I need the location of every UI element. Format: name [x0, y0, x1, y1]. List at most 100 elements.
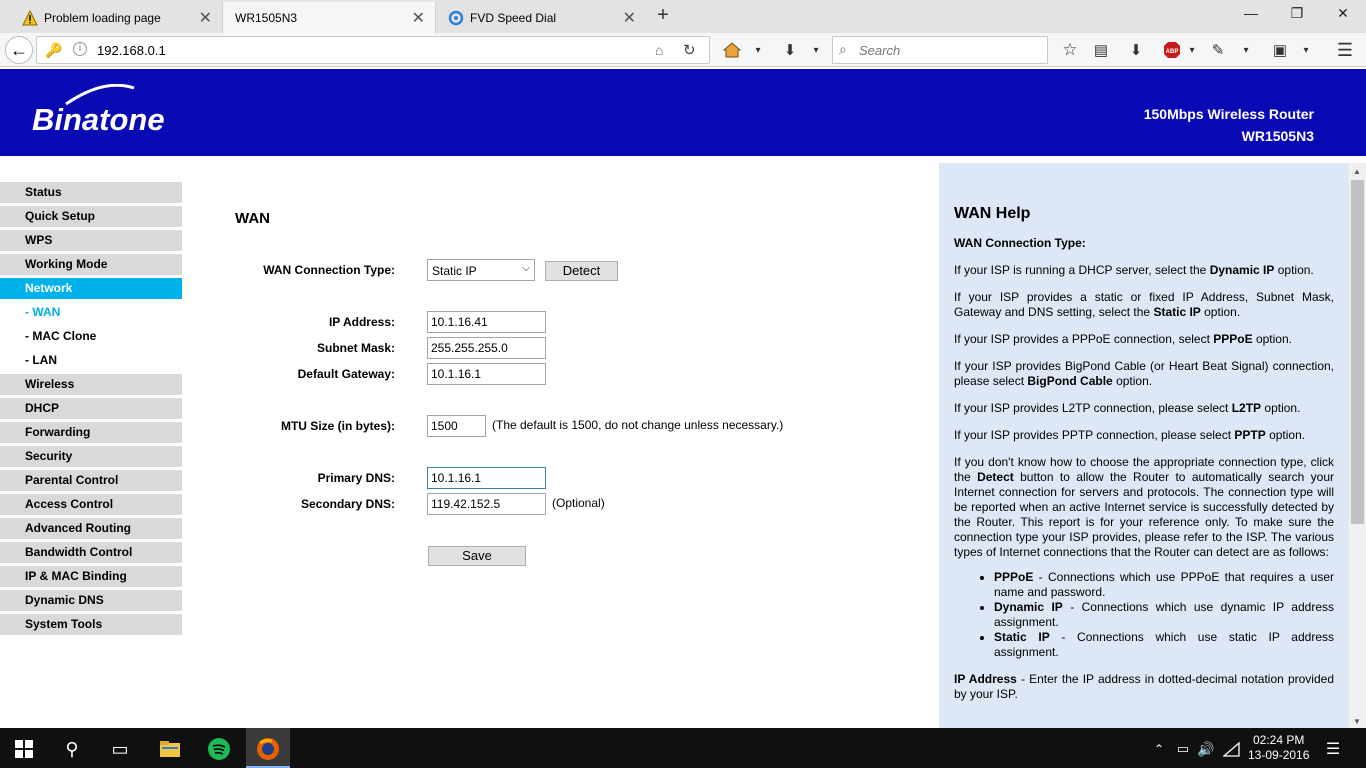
volume-icon[interactable]: 🔊: [1193, 736, 1219, 762]
tab-title: FVD Speed Dial: [470, 10, 557, 25]
chevron-up-icon[interactable]: ⌃: [1146, 736, 1172, 762]
primary-dns-input[interactable]: [427, 467, 546, 489]
new-tab-button[interactable]: +: [652, 4, 674, 27]
optional-note: (Optional): [552, 496, 605, 510]
sidebar-item-forwarding[interactable]: Forwarding: [0, 422, 182, 443]
detect-button[interactable]: Detect: [545, 261, 618, 281]
hamburger-menu-icon[interactable]: ☰: [1333, 39, 1357, 61]
download-icon[interactable]: ⬇: [778, 39, 802, 61]
tab-fvd-speed-dial[interactable]: FVD Speed Dial ✕: [436, 2, 646, 33]
tools-icon[interactable]: ✎: [1206, 39, 1230, 61]
tab-problem-loading[interactable]: Problem loading page ✕: [0, 2, 222, 33]
sidebar-item-working-mode[interactable]: Working Mode: [0, 254, 182, 275]
list-item: PPPoE - Connections which use PPPoE that…: [994, 570, 1334, 600]
sidebar-item-mac-clone[interactable]: - MAC Clone: [0, 326, 182, 347]
windows-taskbar: ⚲ ▭ ⌃ ▭ 🔊 02:24 PM 13-09-2016 ☰: [0, 728, 1366, 768]
chevron-down-icon[interactable]: ▾: [804, 39, 828, 61]
close-window-button[interactable]: ✕: [1328, 5, 1358, 22]
url-bar[interactable]: 🔑 i 192.168.0.1 ⌂ ↻: [36, 36, 710, 64]
mask-label: Subnet Mask:: [316, 341, 395, 355]
close-tab-icon[interactable]: ✕: [623, 8, 636, 28]
chevron-down-icon[interactable]: ▾: [746, 39, 770, 61]
sidebar-item-status[interactable]: Status: [0, 182, 182, 203]
clock[interactable]: 02:24 PM 13-09-2016: [1248, 733, 1309, 763]
gateway-input[interactable]: [427, 363, 546, 385]
search-bar[interactable]: ⌕ Search: [832, 36, 1048, 64]
reading-list-icon[interactable]: ▤: [1089, 39, 1113, 61]
ip-label: IP Address:: [328, 315, 395, 329]
search-icon: ⌕: [839, 41, 847, 57]
sidebar-item-quick-setup[interactable]: Quick Setup: [0, 206, 182, 227]
search-placeholder: Search: [859, 43, 901, 58]
sidebar-item-wireless[interactable]: Wireless: [0, 374, 182, 395]
svg-text:ABP: ABP: [1166, 49, 1179, 55]
task-view-icon[interactable]: ▭: [107, 736, 133, 762]
back-button[interactable]: ←: [5, 36, 33, 64]
help-paragraph: If your ISP provides a static or fixed I…: [954, 290, 1334, 319]
file-explorer-icon[interactable]: [157, 736, 183, 762]
bookmark-star-icon[interactable]: ☆: [1058, 39, 1082, 61]
spotify-icon[interactable]: [206, 736, 232, 762]
sidebar-item-bandwidth-control[interactable]: Bandwidth Control: [0, 542, 182, 563]
help-paragraph: If your ISP provides a PPPoE connection,…: [954, 332, 1292, 346]
downloads-icon[interactable]: ⬇: [1124, 39, 1148, 61]
browser-tab-bar: Problem loading page ✕ WR1505N3 ✕ FVD Sp…: [0, 0, 1366, 33]
conn-type-select[interactable]: Static IP ⌵: [427, 259, 535, 281]
brand-logo: Binatone: [32, 102, 165, 137]
key-icon[interactable]: 🔑: [45, 42, 62, 59]
wan-settings-panel: WAN WAN Connection Type: Static IP ⌵ Det…: [182, 156, 939, 728]
tab-title: WR1505N3: [235, 10, 298, 25]
reload-icon[interactable]: ↻: [683, 41, 696, 59]
ip-address-input[interactable]: [427, 311, 546, 333]
sidebar-item-wan[interactable]: - WAN: [0, 302, 182, 323]
subnet-mask-input[interactable]: [427, 337, 546, 359]
sidebar-item-advanced-routing[interactable]: Advanced Routing: [0, 518, 182, 539]
wifi-icon[interactable]: [1219, 736, 1245, 762]
firefox-icon: [255, 736, 281, 762]
close-tab-icon[interactable]: ✕: [412, 8, 425, 28]
help-title: WAN Help: [954, 205, 1031, 222]
sidebar-item-ip-mac-binding[interactable]: IP & MAC Binding: [0, 566, 182, 587]
chevron-down-icon[interactable]: ▾: [1294, 39, 1318, 61]
sidebar-item-dhcp[interactable]: DHCP: [0, 398, 182, 419]
sidebar-item-parental-control[interactable]: Parental Control: [0, 470, 182, 491]
sidebar-item-lan[interactable]: - LAN: [0, 350, 182, 371]
minimize-button[interactable]: —: [1236, 5, 1266, 21]
help-body: WAN Connection Type: If your ISP is runn…: [954, 236, 1334, 714]
scroll-up-icon[interactable]: ▲: [1353, 167, 1361, 176]
home-button-icon[interactable]: [720, 39, 744, 61]
chevron-down-icon[interactable]: ▾: [1180, 39, 1204, 61]
mtu-label: MTU Size (in bytes):: [280, 419, 395, 433]
info-icon[interactable]: i: [73, 42, 87, 56]
mtu-input[interactable]: [427, 415, 486, 437]
list-item: Dynamic IP - Connections which use dynam…: [994, 600, 1334, 630]
url-text[interactable]: 192.168.0.1: [97, 43, 166, 58]
windows-start-icon[interactable]: [11, 736, 37, 762]
sidebar-item-dynamic-dns[interactable]: Dynamic DNS: [0, 590, 182, 611]
secondary-dns-input[interactable]: [427, 493, 546, 515]
primary-dns-label: Primary DNS:: [317, 471, 395, 485]
sidebar-item-system-tools[interactable]: System Tools: [0, 614, 182, 635]
close-tab-icon[interactable]: ✕: [199, 8, 212, 28]
sidebar-item-security[interactable]: Security: [0, 446, 182, 467]
browser-nav-bar: 🔑 i 192.168.0.1 ⌂ ↻ ← ▾ ⬇ ▾ ⌕ Search ☆ ▤…: [0, 33, 1366, 67]
scroll-down-icon[interactable]: ▼: [1353, 717, 1361, 726]
home-icon[interactable]: ⌂: [655, 42, 663, 58]
page-icon[interactable]: ▣: [1268, 39, 1292, 61]
restore-button[interactable]: ❐: [1282, 5, 1312, 22]
sidebar-item-access-control[interactable]: Access Control: [0, 494, 182, 515]
conn-type-value: Static IP: [432, 264, 477, 278]
product-model: WR1505N3: [1241, 128, 1314, 144]
save-button[interactable]: Save: [428, 546, 526, 566]
scrollbar-thumb[interactable]: [1351, 180, 1364, 524]
sidebar-item-wps[interactable]: WPS: [0, 230, 182, 251]
tab-wr1505n3[interactable]: WR1505N3 ✕: [222, 2, 436, 33]
mtu-note: (The default is 1500, do not change unle…: [492, 418, 784, 432]
notifications-icon[interactable]: ☰: [1320, 736, 1346, 762]
sidebar-item-network[interactable]: Network: [0, 278, 182, 299]
product-name: 150Mbps Wireless Router: [1143, 106, 1314, 122]
search-icon[interactable]: ⚲: [59, 736, 85, 762]
firefox-taskbar-item[interactable]: [246, 728, 290, 768]
chevron-down-icon[interactable]: ▾: [1234, 39, 1258, 61]
help-paragraph: If your ISP provides PPTP connection, pl…: [954, 428, 1306, 442]
